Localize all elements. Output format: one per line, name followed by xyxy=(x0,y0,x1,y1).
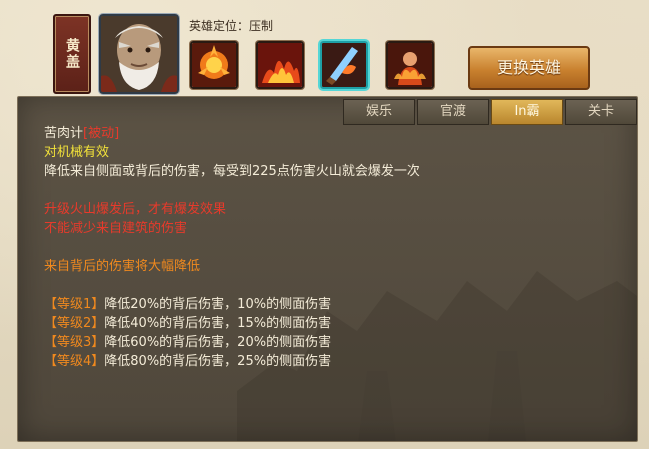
skill-slot-4[interactable] xyxy=(386,41,434,89)
skill-description: 苦肉计[被动] 对机械有效 降低来自侧面或背后的伤害，每受到225点伤害火山就会… xyxy=(44,124,420,371)
skill-slot-1[interactable] xyxy=(190,41,238,89)
change-hero-button[interactable]: 更换英雄 xyxy=(468,46,590,90)
skill-title-line: 苦肉计[被动] xyxy=(44,124,420,143)
fire-wave-icon xyxy=(258,43,302,87)
effect-target: 对机械有效 xyxy=(44,145,110,160)
skill-effect-text: 降低来自侧面或背后的伤害，每受到225点伤害火山就会爆发一次 xyxy=(44,164,420,179)
tab-stage[interactable]: 关卡 xyxy=(565,99,637,125)
tab-guandu[interactable]: 官渡 xyxy=(417,99,489,125)
skill-type-tag: [被动] xyxy=(83,126,120,141)
level-label: 【等级3】 xyxy=(44,335,105,350)
skill-slot-2[interactable] xyxy=(256,41,304,89)
level-row: 【等级2】降低40%的背后伤害，15%的侧面伤害 xyxy=(44,314,420,333)
level-row: 【等级1】降低20%的背后伤害，10%的侧面伤害 xyxy=(44,295,420,314)
level-label: 【等级4】 xyxy=(44,354,105,369)
fire-burst-icon xyxy=(192,43,236,87)
level-row: 【等级4】降低80%的背后伤害，25%的侧面伤害 xyxy=(44,352,420,371)
skill-slot-3[interactable] xyxy=(320,41,368,89)
building-note: 不能减少来自建筑的伤害 xyxy=(44,221,188,236)
tab-entertainment[interactable]: 娱乐 xyxy=(343,99,415,125)
level-text: 降低60%的背后伤害，20%的侧面伤害 xyxy=(104,335,332,350)
hero-portrait-image xyxy=(101,16,177,92)
level-label: 【等级1】 xyxy=(44,297,105,312)
upgrade-note: 升级火山爆发后，才有爆发效果 xyxy=(44,202,227,217)
hero-name: 黄盖 xyxy=(64,38,80,70)
hero-role-label: 英雄定位：压制 xyxy=(189,19,274,33)
level-text: 降低40%的背后伤害，15%的侧面伤害 xyxy=(104,316,332,331)
level-text: 降低80%的背后伤害，25%的侧面伤害 xyxy=(104,354,332,369)
skill-detail-panel: 娱乐 官渡 In霸 关卡 苦肉计[被动] 对机械有效 降低来自侧面或背后的伤害，… xyxy=(17,96,638,442)
level-text: 降低20%的背后伤害，10%的侧面伤害 xyxy=(104,297,332,312)
fire-monk-icon xyxy=(388,43,432,87)
tab-inba[interactable]: In霸 xyxy=(491,99,563,125)
hero-portrait[interactable] xyxy=(99,14,179,94)
skill-title: 苦肉计 xyxy=(44,126,84,141)
mode-tabs: 娱乐 官渡 In霸 关卡 xyxy=(343,99,637,125)
rear-damage-note: 来自背后的伤害将大幅降低 xyxy=(44,259,201,274)
hero-name-banner: 黄盖 xyxy=(53,14,91,94)
level-label: 【等级2】 xyxy=(44,316,105,331)
flame-sword-icon xyxy=(322,43,366,87)
level-row: 【等级3】降低60%的背后伤害，20%的侧面伤害 xyxy=(44,333,420,352)
